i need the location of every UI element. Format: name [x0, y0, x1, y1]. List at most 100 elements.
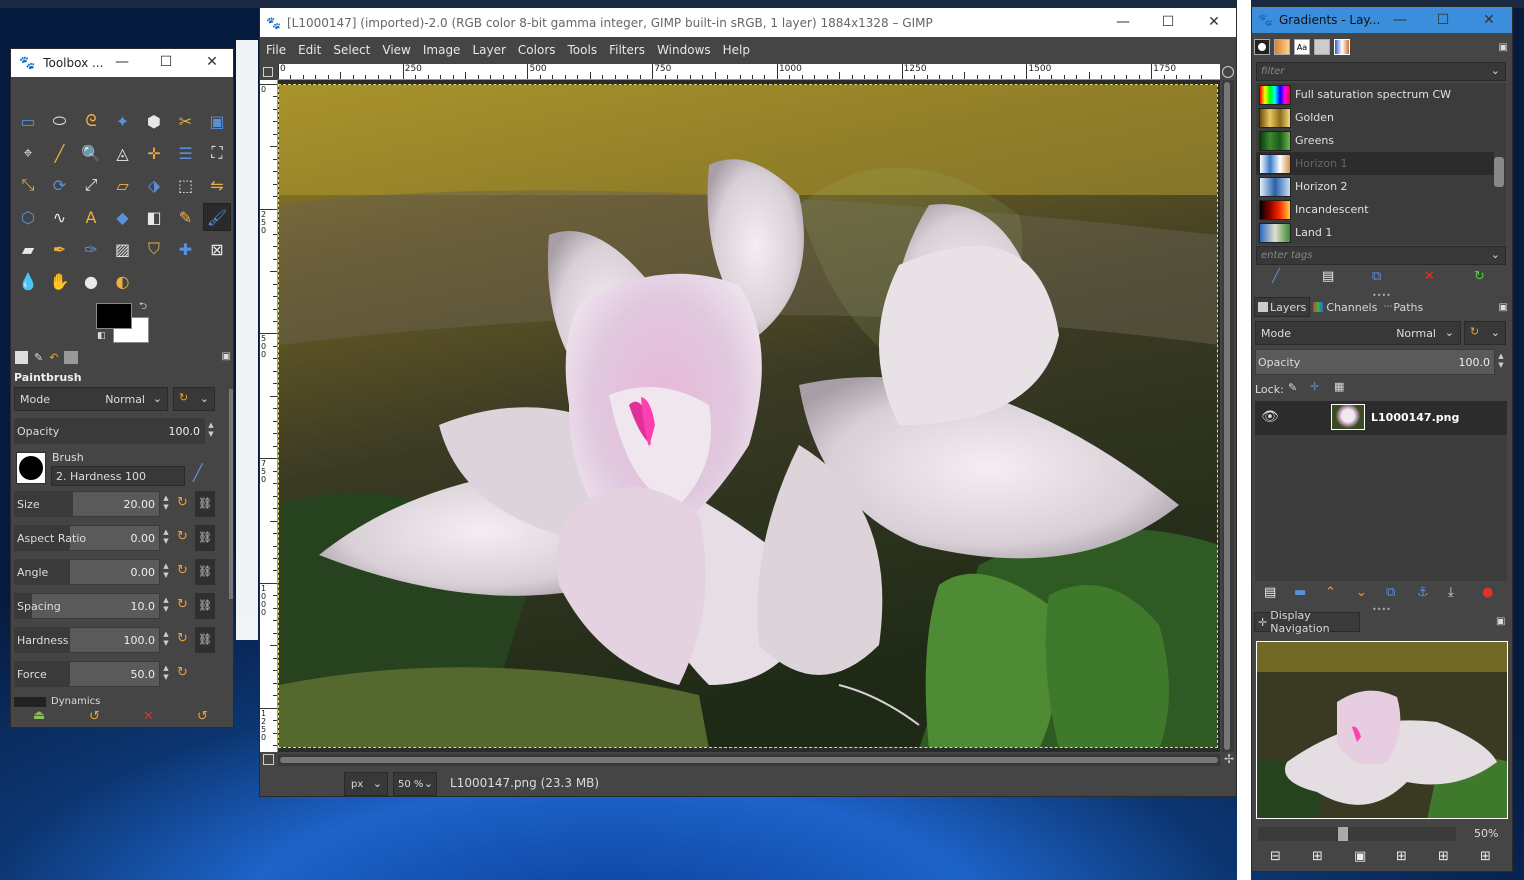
nav-zoom-handle[interactable] [1338, 827, 1348, 841]
mode-reset-dropdown[interactable]: ↻ ⌄ [173, 387, 215, 411]
size-slider[interactable]: Size 20.00 [14, 491, 160, 517]
tab-menu-icon[interactable]: ▣ [1496, 616, 1505, 627]
hardness-slider[interactable]: Hardness 100.0 [14, 627, 160, 653]
zoom-fill-window-icon[interactable]: ⊞ [1438, 849, 1449, 864]
brushes-tab-icon[interactable] [1254, 39, 1270, 55]
force-reset-icon[interactable]: ↻ [177, 665, 188, 680]
close-button[interactable]: ✕ [1191, 8, 1236, 37]
horizontal-scrollbar[interactable] [278, 754, 1220, 766]
save-options-icon[interactable]: ⏏ [33, 708, 45, 723]
gradient-item[interactable]: Horizon 2 [1256, 175, 1494, 198]
aspect-ratio-spinner[interactable]: ▲ ▼ [161, 528, 171, 546]
brush-preview[interactable] [16, 452, 46, 484]
tool-eraser[interactable]: ▰ [14, 235, 42, 263]
tab-menu-icon[interactable]: ▣ [1499, 42, 1508, 53]
navigation-preview[interactable] [1256, 641, 1508, 819]
angle-chain-icon[interactable]: ⛓ [195, 559, 215, 585]
reset-options-icon[interactable]: ↺ [197, 709, 208, 724]
delete-options-icon[interactable]: ✕ [143, 709, 154, 724]
chain-link-icon[interactable] [1299, 407, 1315, 427]
undo-history-tab-icon[interactable]: ↶ [49, 351, 58, 367]
tab-layers[interactable]: Layers [1254, 297, 1311, 317]
menu-layer[interactable]: Layer [466, 43, 511, 57]
scrollbar[interactable] [229, 389, 233, 599]
fonts-tab-icon[interactable]: Aa [1294, 39, 1310, 55]
force-spinner[interactable]: ▲ ▼ [161, 664, 171, 682]
edit-gradient-icon[interactable]: ╱ [1272, 269, 1280, 284]
tool-paintbrush[interactable]: 🖌 [203, 203, 231, 231]
zoom-fit-image-icon[interactable]: ⊞ [1396, 849, 1407, 864]
device-status-tab-icon[interactable]: ✎ [34, 351, 43, 367]
menu-tools[interactable]: Tools [562, 43, 604, 57]
spacing-reset-icon[interactable]: ↻ [177, 597, 188, 612]
tab-menu-icon[interactable]: ▣ [1499, 302, 1508, 313]
maximize-button[interactable]: ☐ [143, 49, 189, 75]
gradient-item[interactable]: Incandescent [1256, 198, 1494, 221]
lower-layer-icon[interactable]: ⌄ [1356, 585, 1367, 600]
tool-options-tab-icon[interactable] [15, 351, 28, 364]
force-slider[interactable]: Force 50.0 [14, 661, 160, 687]
tool-rotate[interactable]: ⟳ [46, 171, 74, 199]
tool-shear[interactable]: ▱ [109, 171, 137, 199]
angle-slider[interactable]: Angle 0.00 [14, 559, 160, 585]
menu-filters[interactable]: Filters [603, 43, 651, 57]
close-button[interactable]: ✕ [189, 49, 233, 75]
images-tab-icon[interactable] [64, 351, 79, 364]
tool-select-by-color[interactable]: ⬢ [140, 107, 168, 135]
tool-clone[interactable]: ⛉ [140, 235, 168, 263]
eye-icon[interactable]: 👁 [1261, 409, 1279, 425]
tool-dodge-burn[interactable]: ● [77, 267, 105, 295]
tool-scale[interactable]: ⤢ [77, 171, 105, 199]
minimize-button[interactable]: — [1100, 8, 1146, 37]
menu-view[interactable]: View [376, 43, 416, 57]
patterns-tab-icon[interactable] [1274, 39, 1290, 55]
tool-ellipse-select[interactable]: ⬭ [46, 107, 74, 135]
gradient-item[interactable]: Land 1 [1256, 221, 1494, 244]
tool-measure[interactable]: ◬ [109, 139, 137, 167]
menu-help[interactable]: Help [717, 43, 756, 57]
image-canvas[interactable] [278, 84, 1218, 748]
tool-scissors-select[interactable]: ✂ [172, 107, 200, 135]
tool-free-select[interactable]: ᘓ [77, 107, 105, 135]
tool-heal[interactable]: ✚ [172, 235, 200, 263]
layer-list[interactable]: 👁 L1000147.png [1255, 401, 1507, 581]
tool-mypaint-brush[interactable]: ▨ [109, 235, 137, 263]
tool-crop[interactable]: ⛶ [203, 139, 231, 167]
tool-unified-transform[interactable]: ⤡ [14, 171, 42, 199]
layer-opacity-slider[interactable]: Opacity 100.0 [1255, 349, 1495, 375]
spacing-slider[interactable]: Spacing 10.0 [14, 593, 160, 619]
size-spinner[interactable]: ▲ ▼ [161, 494, 171, 512]
nav-zoom-slider[interactable] [1258, 827, 1456, 841]
zoom-1-1-icon[interactable]: ▣ [1354, 849, 1366, 864]
zoom-fit-icon[interactable] [1222, 66, 1234, 78]
image-titlebar[interactable]: 🐾 [L1000147] (imported)-2.0 (RGB color 8… [260, 8, 1236, 37]
tool-handle-transform[interactable]: ◐ [109, 267, 137, 295]
brush-name-field[interactable]: 2. Hardness 100 [51, 466, 185, 486]
tool-perspective[interactable]: ⬗ [140, 171, 168, 199]
menu-select[interactable]: Select [327, 43, 376, 57]
horizontal-ruler[interactable]: 0 250 500 750 1000 1250 1500 1750 [278, 64, 1220, 80]
zoom-out-icon[interactable]: ⊟ [1270, 849, 1281, 864]
gradient-item[interactable]: Golden [1256, 106, 1494, 129]
tool-text[interactable]: A [77, 203, 105, 231]
hardness-spinner[interactable]: ▲ ▼ [161, 630, 171, 648]
size-reset-icon[interactable]: ↻ [177, 495, 188, 510]
delete-gradient-icon[interactable]: ✕ [1424, 269, 1435, 284]
gradient-item[interactable]: Full saturation spectrum CW [1256, 83, 1494, 106]
layer-opacity-spinner[interactable]: ▲ ▼ [1496, 352, 1506, 370]
tool-gradient[interactable]: ◧ [140, 203, 168, 231]
swap-colors-icon[interactable]: ⮌ [139, 299, 147, 316]
tool-airbrush[interactable]: ✒ [46, 235, 74, 263]
navigate-icon[interactable] [263, 754, 274, 765]
new-layer-icon[interactable]: ▤ [1264, 585, 1276, 600]
toolbox-titlebar[interactable]: 🐾 Toolbox ... — ☐ ✕ [11, 49, 233, 77]
vertical-scrollbar[interactable] [1222, 80, 1234, 752]
navigation-tab[interactable]: ✛ Display Navigation [1254, 609, 1360, 635]
zoom-dropdown[interactable]: 50 % ⌄ [393, 772, 437, 796]
edit-brush-icon[interactable]: ╱ [193, 463, 203, 482]
foreground-color[interactable] [96, 303, 132, 329]
tool-smudge[interactable]: 💧 [14, 267, 42, 295]
tool-blur-sharpen[interactable]: ✋ [46, 267, 74, 295]
gradient-list-scrollbar[interactable] [1494, 157, 1504, 187]
hardness-chain-icon[interactable]: ⛓ [195, 627, 215, 653]
